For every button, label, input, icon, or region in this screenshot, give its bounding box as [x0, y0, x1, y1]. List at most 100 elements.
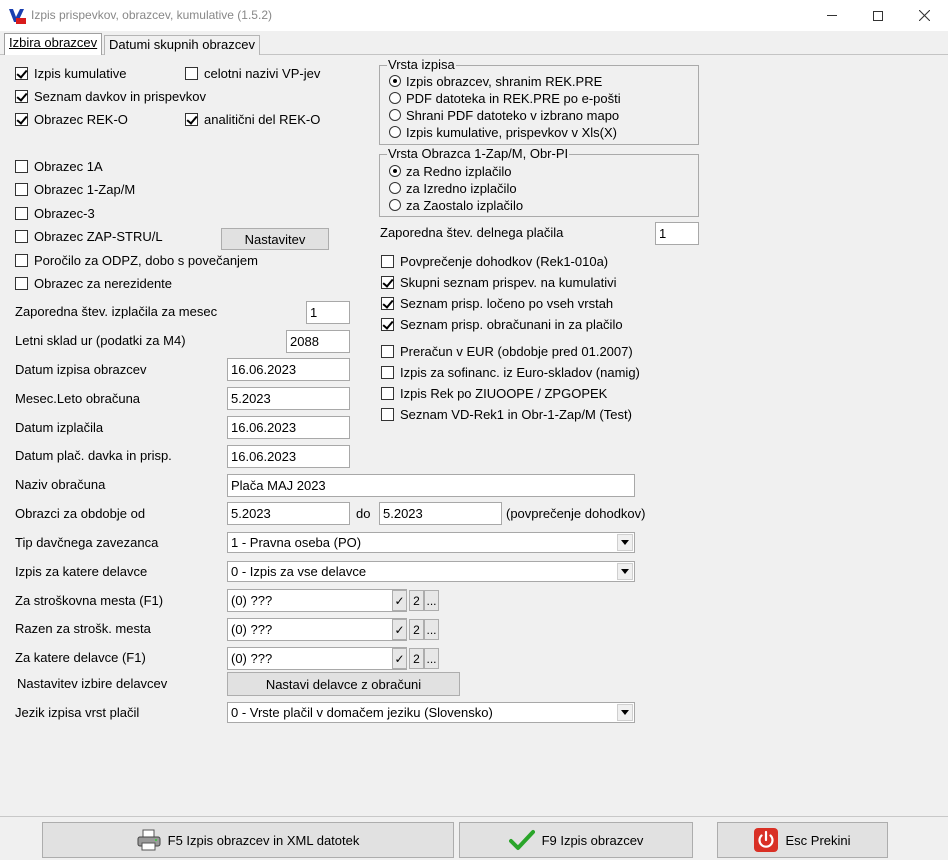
nastavitev-button[interactable]: Nastavitev	[221, 228, 329, 250]
checkbox-box[interactable]	[381, 317, 394, 331]
razen-strosk-2-button[interactable]: 2	[409, 619, 424, 640]
esc-prekini-button[interactable]: Esc Prekini	[717, 822, 888, 858]
radio-circle[interactable]	[389, 92, 401, 104]
radio-shrani-pdf[interactable]: Shrani PDF datoteko v izbrano mapo	[389, 106, 619, 124]
zaporedna-delnega-input[interactable]: 1	[655, 222, 699, 245]
minimize-button[interactable]	[809, 0, 855, 31]
checkbox-box[interactable]	[381, 365, 394, 379]
obdobje-do-input[interactable]: 5.2023	[379, 502, 502, 525]
dropdown-arrow-icon[interactable]	[617, 563, 633, 580]
tab-izbira-obrazcev[interactable]: Izbira obrazcev	[4, 33, 103, 55]
checkbox-celotni-nazivi[interactable]: celotni nazivi VP-jev	[185, 64, 320, 82]
tab-datumi-skupnih-obrazcev[interactable]: Datumi skupnih obrazcev	[104, 35, 260, 55]
checkbox-nerezidente[interactable]: Obrazec za nerezidente	[15, 274, 172, 292]
checkbox-obrazec-rek-o[interactable]: Obrazec REK-O	[15, 110, 128, 128]
checkbox-ziuoope[interactable]: Izpis Rek po ZIUOOPE / ZPGOPEK	[381, 384, 607, 402]
radio-izredno[interactable]: za Izredno izplačilo	[389, 179, 517, 197]
datum-placila-davka-input[interactable]: 16.06.2023	[227, 445, 350, 468]
stroskovna-mesta-check-button[interactable]: ✓	[392, 590, 407, 611]
checkbox-box[interactable]	[381, 386, 394, 400]
stroskovna-mesta-2-button[interactable]: 2	[409, 590, 424, 611]
razen-strosk-check-button[interactable]: ✓	[392, 619, 407, 640]
checkbox-box[interactable]	[15, 276, 28, 290]
zaporedna-delnega-label: Zaporedna štev. delnega plačila	[380, 225, 564, 240]
checkbox-analiticni-del[interactable]: analitični del REK-O	[185, 110, 320, 128]
radio-circle[interactable]	[389, 109, 401, 121]
zaporedna-mesec-input[interactable]: 1	[306, 301, 350, 324]
checkbox-povprecenje[interactable]: Povprečenje dohodkov (Rek1-010a)	[381, 252, 608, 270]
radio-zaostalo[interactable]: za Zaostalo izplačilo	[389, 196, 523, 214]
bottom-separator	[0, 816, 948, 817]
katere-delavce-check-button[interactable]: ✓	[392, 648, 407, 669]
checkbox-box[interactable]	[15, 182, 28, 196]
checkbox-porocilo-odpz[interactable]: Poročilo za ODPZ, dobo s povečanjem	[15, 251, 258, 269]
checkbox-box[interactable]	[381, 407, 394, 421]
radio-circle[interactable]	[389, 182, 401, 194]
checkbox-box[interactable]	[15, 66, 28, 80]
radio-circle[interactable]	[389, 199, 401, 211]
checkmark-icon	[508, 829, 535, 851]
radio-pdf-email[interactable]: PDF datoteka in REK.PRE po e-pošti	[389, 89, 621, 107]
letni-sklad-input[interactable]: 2088	[286, 330, 350, 353]
checkbox-obrazec-zap-stru[interactable]: Obrazec ZAP-STRU/L	[15, 227, 163, 245]
group-title: Vrsta Obrazca 1-Zap/M, Obr-PI	[387, 146, 570, 161]
katere-delavce-2-button[interactable]: 2	[409, 648, 424, 669]
checkbox-box[interactable]	[381, 275, 394, 289]
stroskovna-mesta-dots-button[interactable]: ...	[424, 590, 439, 611]
datum-placila-davka-label: Datum plač. davka in prisp.	[15, 448, 172, 463]
nastavitev-izbire-label: Nastavitev izbire delavcev	[17, 676, 168, 691]
close-button[interactable]	[901, 0, 947, 31]
checkbox-izpis-kumulative[interactable]: Izpis kumulative	[15, 64, 126, 82]
izpis-delavce-combo[interactable]: 0 - Izpis za vse delavce	[227, 561, 635, 582]
checkbox-euro-skladi[interactable]: Izpis za sofinanc. iz Euro-skladov (nami…	[381, 363, 640, 381]
datum-izpisa-input[interactable]: 16.06.2023	[227, 358, 350, 381]
f5-xml-button[interactable]: F5 Izpis obrazcev in XML datotek	[42, 822, 454, 858]
checkbox-preracun-eur[interactable]: Preračun v EUR (obdobje pred 01.2007)	[381, 342, 633, 360]
obdobje-label: Obrazci za obdobje od	[15, 506, 146, 521]
radio-circle[interactable]	[389, 75, 401, 87]
obdobje-od-input[interactable]: 5.2023	[227, 502, 350, 525]
nastavi-delavce-button[interactable]: Nastavi delavce z obračuni	[227, 672, 460, 696]
group-title: Vrsta izpisa	[387, 57, 456, 72]
checkbox-box[interactable]	[15, 89, 28, 103]
checkbox-box[interactable]	[381, 296, 394, 310]
mesec-leto-input[interactable]: 5.2023	[227, 387, 350, 410]
f9-izpis-button[interactable]: F9 Izpis obrazcev	[459, 822, 693, 858]
checkbox-loceno-po-vrstah[interactable]: Seznam prisp. ločeno po vseh vrstah	[381, 294, 613, 312]
katere-delavce-input[interactable]: (0) ???	[227, 647, 407, 670]
minimize-icon	[827, 15, 837, 16]
stroskovna-mesta-input[interactable]: (0) ???	[227, 589, 407, 612]
maximize-button[interactable]	[855, 0, 901, 31]
radio-circle[interactable]	[389, 126, 401, 138]
checkbox-obrazec-1-zap-m[interactable]: Obrazec 1-Zap/M	[15, 180, 135, 198]
razen-strosk-dots-button[interactable]: ...	[424, 619, 439, 640]
radio-izpis-obrazcev[interactable]: Izpis obrazcev, shranim REK.PRE	[389, 72, 602, 90]
checkbox-obracunani-za-placilo[interactable]: Seznam prisp. obračunani in za plačilo	[381, 315, 623, 333]
radio-izpis-xls[interactable]: Izpis kumulative, prispevkov v Xls(X)	[389, 123, 617, 141]
checkbox-box[interactable]	[15, 159, 28, 173]
razen-strosk-input[interactable]: (0) ???	[227, 618, 407, 641]
checkbox-box[interactable]	[185, 112, 198, 126]
naziv-input[interactable]: Plača MAJ 2023	[227, 474, 635, 497]
checkbox-obrazec-1a[interactable]: Obrazec 1A	[15, 157, 103, 175]
checkbox-box[interactable]	[381, 344, 394, 358]
checkbox-box[interactable]	[15, 253, 28, 267]
checkbox-seznam-davkov[interactable]: Seznam davkov in prispevkov	[15, 87, 206, 105]
katere-delavce-dots-button[interactable]: ...	[424, 648, 439, 669]
checkbox-box[interactable]	[15, 112, 28, 126]
jezik-combo[interactable]: 0 - Vrste plačil v domačem jeziku (Slove…	[227, 702, 635, 723]
checkbox-box[interactable]	[15, 229, 28, 243]
checkbox-box[interactable]	[185, 66, 198, 80]
datum-izplacila-input[interactable]: 16.06.2023	[227, 416, 350, 439]
tip-zavezanca-combo[interactable]: 1 - Pravna oseba (PO)	[227, 532, 635, 553]
radio-redno[interactable]: za Redno izplačilo	[389, 162, 512, 180]
checkbox-box[interactable]	[15, 206, 28, 220]
radio-circle[interactable]	[389, 165, 401, 177]
checkbox-vd-rek1[interactable]: Seznam VD-Rek1 in Obr-1-Zap/M (Test)	[381, 405, 632, 423]
dropdown-arrow-icon[interactable]	[617, 704, 633, 721]
checkbox-skupni-seznam[interactable]: Skupni seznam prispev. na kumulativi	[381, 273, 617, 291]
dropdown-arrow-icon[interactable]	[617, 534, 633, 551]
checkbox-box[interactable]	[381, 254, 394, 268]
checkbox-obrazec-3[interactable]: Obrazec-3	[15, 204, 95, 222]
tip-zavezanca-label: Tip davčnega zavezanca	[15, 535, 159, 550]
